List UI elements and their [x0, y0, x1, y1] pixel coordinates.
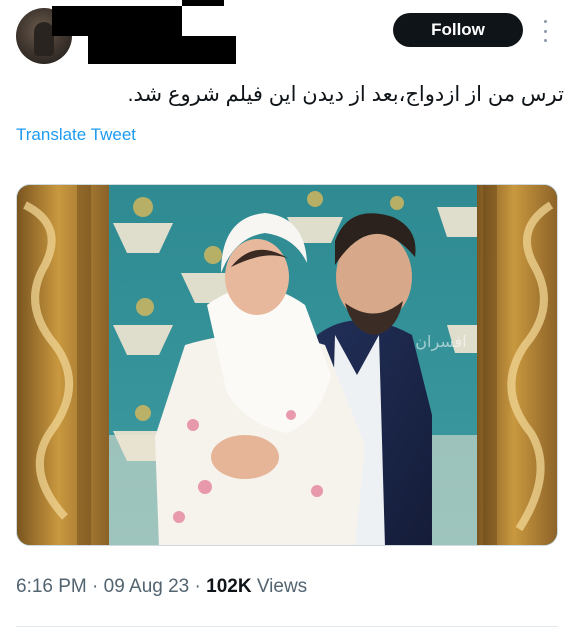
more-vertical-icon[interactable]: [540, 20, 550, 42]
tweet-photo[interactable]: افسران: [16, 184, 558, 546]
redaction-mark: [182, 0, 224, 6]
tweet-date[interactable]: 09 Aug 23: [104, 576, 190, 597]
image-watermark: افسران: [415, 332, 466, 352]
redacted-display-name: [52, 6, 182, 36]
redacted-username: [88, 36, 236, 64]
follow-button[interactable]: Follow: [393, 13, 523, 47]
tweet-meta: 6:16 PM · 09 Aug 23 · 102K Views: [16, 576, 307, 598]
tweet-text: ترس من از ازدواج،بعد از دیدن این فیلم شر…: [127, 83, 564, 106]
views-label: Views: [256, 576, 308, 597]
meta-separator: ·: [194, 576, 201, 597]
meta-separator: ·: [92, 576, 99, 597]
views-count: 102K: [206, 576, 252, 597]
tweet-time[interactable]: 6:16 PM: [16, 576, 87, 597]
translate-tweet-link[interactable]: Translate Tweet: [16, 125, 136, 145]
divider: [16, 626, 558, 627]
